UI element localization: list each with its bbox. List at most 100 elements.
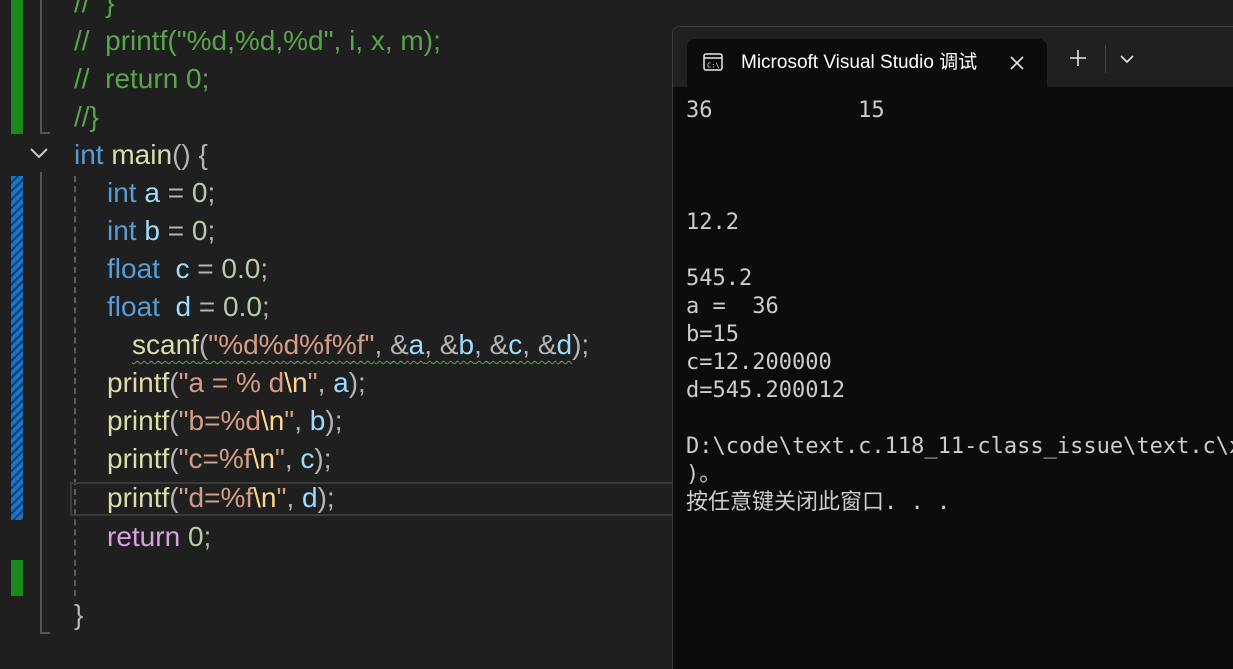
escape-sequence: \n: [251, 443, 275, 474]
output-line: 545.2: [686, 266, 753, 291]
code-line: int b = 0;: [107, 212, 215, 250]
keyword: int: [107, 215, 137, 246]
output-line: D:\code\text.c.118_11-class_issue\text.c…: [686, 434, 1233, 459]
code-line: printf("d=%f\n", d);: [107, 482, 335, 513]
output-line: a = 36: [686, 294, 779, 319]
string-literal: ": [284, 405, 295, 436]
punctuation: }: [74, 599, 84, 630]
punctuation: =: [159, 215, 192, 246]
function-name: main: [111, 139, 173, 170]
punctuation: ;: [260, 253, 269, 284]
punctuation: (: [198, 329, 209, 360]
chevron-down-icon[interactable]: [28, 142, 50, 164]
string-literal: "c=%f: [178, 443, 252, 474]
function-name: printf: [107, 367, 170, 398]
output-line: d=545.200012: [686, 378, 845, 403]
terminal-tab[interactable]: C:\ Microsoft Visual Studio 调试: [687, 39, 1047, 87]
variable: a: [144, 177, 160, 208]
punctuation: ;: [261, 291, 270, 322]
output-line: 按任意键关闭此窗口. . .: [686, 490, 951, 515]
string-literal: "d=%f: [178, 482, 254, 513]
titlebar-divider: [1105, 45, 1106, 73]
string-literal: "b=%d: [178, 405, 261, 436]
keyword: return: [107, 521, 181, 552]
string-literal: "%d%d%f%f": [208, 329, 375, 360]
keyword: int: [74, 139, 104, 170]
terminal-output[interactable]: 36 15 12.2 545.2 a = 36 b=15 c=12.200000…: [686, 97, 1233, 517]
tab-title: Microsoft Visual Studio 调试: [741, 52, 978, 73]
gutter-modified-marker: [11, 176, 23, 520]
comment-text: // return 0;: [74, 63, 210, 94]
fold-region-line: [40, 0, 42, 134]
variable: c: [300, 443, 315, 474]
code-line: printf("b=%d\n", b);: [107, 405, 343, 436]
indent-guide: [74, 176, 76, 596]
chevron-down-icon[interactable]: [1117, 49, 1137, 69]
punctuation: ;: [207, 177, 216, 208]
output-line: )。: [686, 462, 722, 487]
variable: c: [175, 253, 190, 284]
code-line: return 0;: [107, 518, 211, 556]
punctuation: );: [572, 329, 590, 360]
escape-sequence: \n: [253, 482, 277, 513]
punctuation: ;: [207, 215, 216, 246]
variable: b: [458, 329, 475, 360]
number: 0.0: [221, 253, 261, 284]
function-name: printf: [107, 443, 170, 474]
function-name: scanf: [132, 329, 199, 360]
variable: c: [508, 329, 523, 360]
output-line: c=12.200000: [686, 350, 832, 375]
string-literal: "a = % d: [178, 367, 285, 398]
terminal-icon: C:\: [703, 53, 723, 71]
code-line: printf("a = % d\n", a);: [107, 367, 366, 398]
function-name: printf: [107, 482, 170, 513]
string-literal: ": [276, 482, 287, 513]
gutter-added-marker: [11, 0, 23, 134]
code-editor[interactable]: // } // printf("%d,%d,%d", i, x, m); // …: [0, 0, 672, 668]
keyword: float: [107, 291, 160, 322]
variable: d: [175, 291, 192, 322]
comment-text: // printf("%d,%d,%d", i, x, m);: [74, 25, 441, 56]
terminal-window[interactable]: C:\ Microsoft Visual Studio 调试 36 15 12.…: [672, 26, 1233, 669]
comment-text: // }: [74, 0, 115, 18]
code-line: // return 0;: [74, 60, 209, 98]
code-line: float c = 0.0;: [107, 250, 268, 288]
number: 0.0: [223, 291, 262, 322]
plus-icon[interactable]: [1067, 47, 1089, 69]
fold-region-line: [40, 172, 42, 634]
variable: a: [333, 367, 349, 398]
code-line: scanf("%d%d%f%f", &a, &b, &c, &d);: [132, 329, 590, 360]
fold-region-end: [40, 632, 50, 634]
variable: a: [408, 329, 425, 360]
punctuation: () {: [172, 139, 208, 170]
variable: d: [556, 329, 573, 360]
number: 0: [191, 177, 208, 208]
variable: b: [144, 215, 160, 246]
terminal-titlebar: C:\ Microsoft Visual Studio 调试: [673, 27, 1233, 87]
variable: d: [302, 482, 318, 513]
code-line: int main() {: [74, 136, 208, 174]
escape-sequence: \n: [284, 367, 308, 398]
code-line: float d = 0.0;: [107, 288, 270, 326]
number: 0: [187, 521, 204, 552]
punctuation: =: [191, 291, 223, 322]
string-literal: ": [274, 443, 285, 474]
code-line: // }: [74, 0, 114, 22]
punctuation: =: [189, 253, 222, 284]
fold-region-end: [40, 132, 50, 134]
string-literal: ": [307, 367, 318, 398]
variable: b: [309, 405, 326, 436]
output-line: 12.2: [686, 210, 739, 235]
escape-sequence: \n: [260, 405, 285, 436]
function-name: printf: [107, 405, 170, 436]
punctuation: ;: [203, 521, 212, 552]
output-line: b=15: [686, 322, 739, 347]
close-icon[interactable]: [1007, 53, 1027, 73]
code-line: // printf("%d,%d,%d", i, x, m);: [74, 22, 441, 60]
code-line: int a = 0;: [107, 174, 215, 212]
